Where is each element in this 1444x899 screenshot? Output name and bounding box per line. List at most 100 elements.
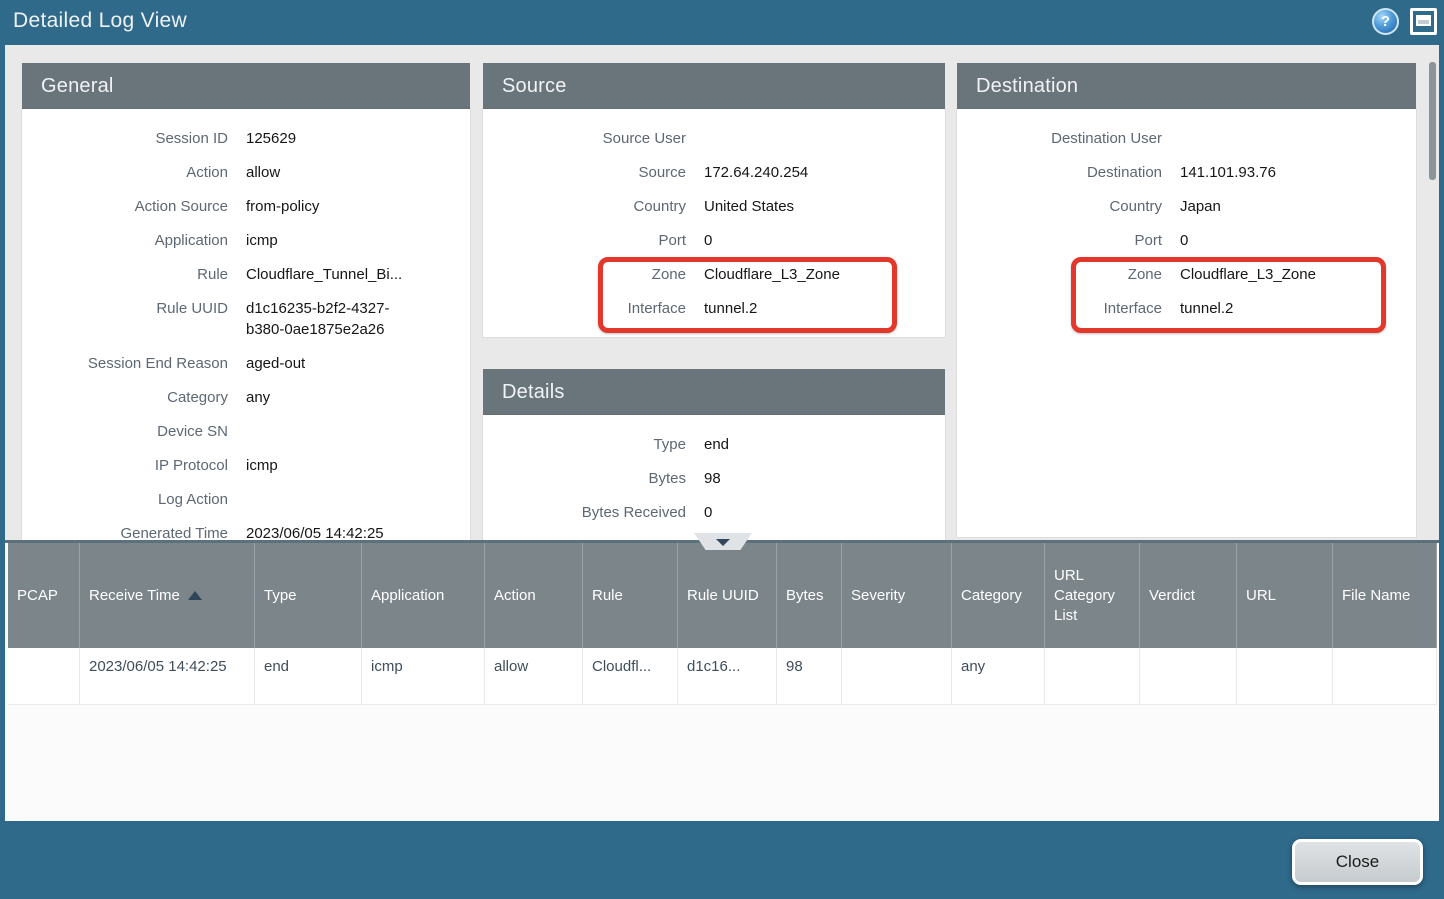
column-header-verdict[interactable]: Verdict: [1140, 543, 1237, 648]
field-row-destination-country: Country Japan: [957, 196, 1416, 217]
field-row-source: Source 172.64.240.254: [483, 162, 945, 183]
field-row-bytes: Bytes 98: [483, 468, 945, 489]
dialog-titlebar: Detailed Log View ?: [0, 0, 1444, 45]
maximize-window-icon[interactable]: [1410, 8, 1437, 35]
panel-details-body: Type end Bytes 98 Bytes Received 0: [483, 415, 945, 540]
panel-details-title: Details: [483, 369, 945, 415]
table-cell-receive-time[interactable]: 2023/06/05 14:42:25: [80, 648, 255, 705]
field-value: icmp: [246, 230, 470, 251]
table-cell-url[interactable]: [1237, 648, 1333, 705]
field-value: [246, 489, 470, 510]
table-cell-category[interactable]: any: [952, 648, 1045, 705]
table-cell-pcap[interactable]: [8, 648, 80, 705]
table-cell-file-name[interactable]: [1333, 648, 1437, 705]
dialog-title: Detailed Log View: [13, 9, 187, 33]
field-label: Action Source: [22, 196, 228, 217]
field-row-source-port: Port 0: [483, 230, 945, 251]
column-header-category[interactable]: Category: [952, 543, 1045, 648]
table-cell-bytes[interactable]: 98: [777, 648, 842, 705]
field-label: Session ID: [22, 128, 228, 149]
field-row-application: Application icmp: [22, 230, 470, 251]
table-cell-url-category-list[interactable]: [1045, 648, 1140, 705]
column-header-type[interactable]: Type: [255, 543, 362, 648]
field-row-source-country: Country United States: [483, 196, 945, 217]
column-header-rule[interactable]: Rule: [583, 543, 678, 648]
highlight-box-source-zone-interface: [598, 257, 897, 333]
column-header-pcap[interactable]: PCAP: [8, 543, 80, 648]
column-header-url-category-list[interactable]: URL Category List: [1045, 543, 1140, 648]
column-header-bytes[interactable]: Bytes: [777, 543, 842, 648]
field-value: United States: [704, 196, 945, 217]
field-label: Log Action: [22, 489, 228, 510]
field-value: Japan: [1180, 196, 1416, 217]
table-cell-severity[interactable]: [842, 648, 952, 705]
field-value: any: [246, 387, 470, 408]
field-label: Type: [483, 434, 686, 455]
field-value: 125629: [246, 128, 470, 149]
table-cell-action[interactable]: allow: [485, 648, 583, 705]
field-row-bytes-received: Bytes Received 0: [483, 502, 945, 523]
vertical-scrollbar-thumb[interactable]: [1429, 62, 1436, 180]
field-row-destination: Destination 141.101.93.76: [957, 162, 1416, 183]
field-value: Cloudflare_Tunnel_Bi...: [246, 264, 470, 285]
table-cell-verdict[interactable]: [1140, 648, 1237, 705]
field-label: Application: [22, 230, 228, 251]
panel-general-title: General: [22, 63, 470, 109]
table-cell-rule-uuid[interactable]: d1c16...: [678, 648, 777, 705]
field-label: IP Protocol: [22, 455, 228, 476]
column-header-url[interactable]: URL: [1237, 543, 1333, 648]
field-value: 0: [1180, 230, 1416, 251]
field-value: 2023/06/05 14:42:25: [246, 523, 470, 540]
field-label: Category: [22, 387, 228, 408]
field-row-category: Category any: [22, 387, 470, 408]
close-button[interactable]: Close: [1292, 839, 1423, 885]
field-row-action: Action allow: [22, 162, 470, 183]
field-value: aged-out: [246, 353, 470, 374]
column-header-severity[interactable]: Severity: [842, 543, 952, 648]
field-value: icmp: [246, 455, 470, 476]
column-header-file-name[interactable]: File Name: [1333, 543, 1437, 648]
log-detail-region: General Session ID 125629 Action allow A…: [5, 45, 1439, 540]
field-label: Action: [22, 162, 228, 183]
field-row-type: Type end: [483, 434, 945, 455]
field-row-destination-user: Destination User: [957, 128, 1416, 149]
column-header-receive-time[interactable]: Receive Time: [80, 543, 255, 648]
table-cell-rule[interactable]: Cloudfl...: [583, 648, 678, 705]
field-row-session-end-reason: Session End Reason aged-out: [22, 353, 470, 374]
field-label: Rule UUID: [22, 298, 228, 340]
panel-destination-title: Destination: [957, 63, 1416, 109]
field-value: 98: [704, 468, 945, 489]
panel-general-body: Session ID 125629 Action allow Action So…: [22, 109, 470, 540]
field-value: [246, 421, 470, 442]
help-icon[interactable]: ?: [1372, 8, 1399, 35]
column-header-action[interactable]: Action: [485, 543, 583, 648]
field-label: Port: [483, 230, 686, 251]
field-label: Device SN: [22, 421, 228, 442]
field-value: allow: [246, 162, 470, 183]
field-value: 0: [704, 230, 945, 251]
panel-source-title: Source: [483, 63, 945, 109]
field-value: [1180, 128, 1416, 149]
field-value: from-policy: [246, 196, 470, 217]
field-value: 141.101.93.76: [1180, 162, 1416, 183]
field-row-rule-uuid: Rule UUID d1c16235-b2f2-4327-b380-0ae187…: [22, 298, 470, 340]
field-label: Bytes Received: [483, 502, 686, 523]
sort-asc-icon: [188, 591, 202, 600]
field-row-source-user: Source User: [483, 128, 945, 149]
field-label: Rule: [22, 264, 228, 285]
field-label: Country: [957, 196, 1162, 217]
table-cell-application[interactable]: icmp: [362, 648, 485, 705]
field-label: Country: [483, 196, 686, 217]
table-cell-type[interactable]: end: [255, 648, 362, 705]
panel-details: Details Type end Bytes 98 Bytes Received…: [483, 369, 945, 540]
column-header-application[interactable]: Application: [362, 543, 485, 648]
field-row-destination-port: Port 0: [957, 230, 1416, 251]
field-value: end: [704, 434, 945, 455]
field-label: Destination: [957, 162, 1162, 183]
field-value: 172.64.240.254: [704, 162, 945, 183]
chevron-down-icon: [716, 539, 730, 546]
field-row-session-id: Session ID 125629: [22, 128, 470, 149]
column-header-rule-uuid[interactable]: Rule UUID: [678, 543, 777, 648]
field-value: 0: [704, 502, 945, 523]
window-glyph: [1416, 15, 1431, 26]
